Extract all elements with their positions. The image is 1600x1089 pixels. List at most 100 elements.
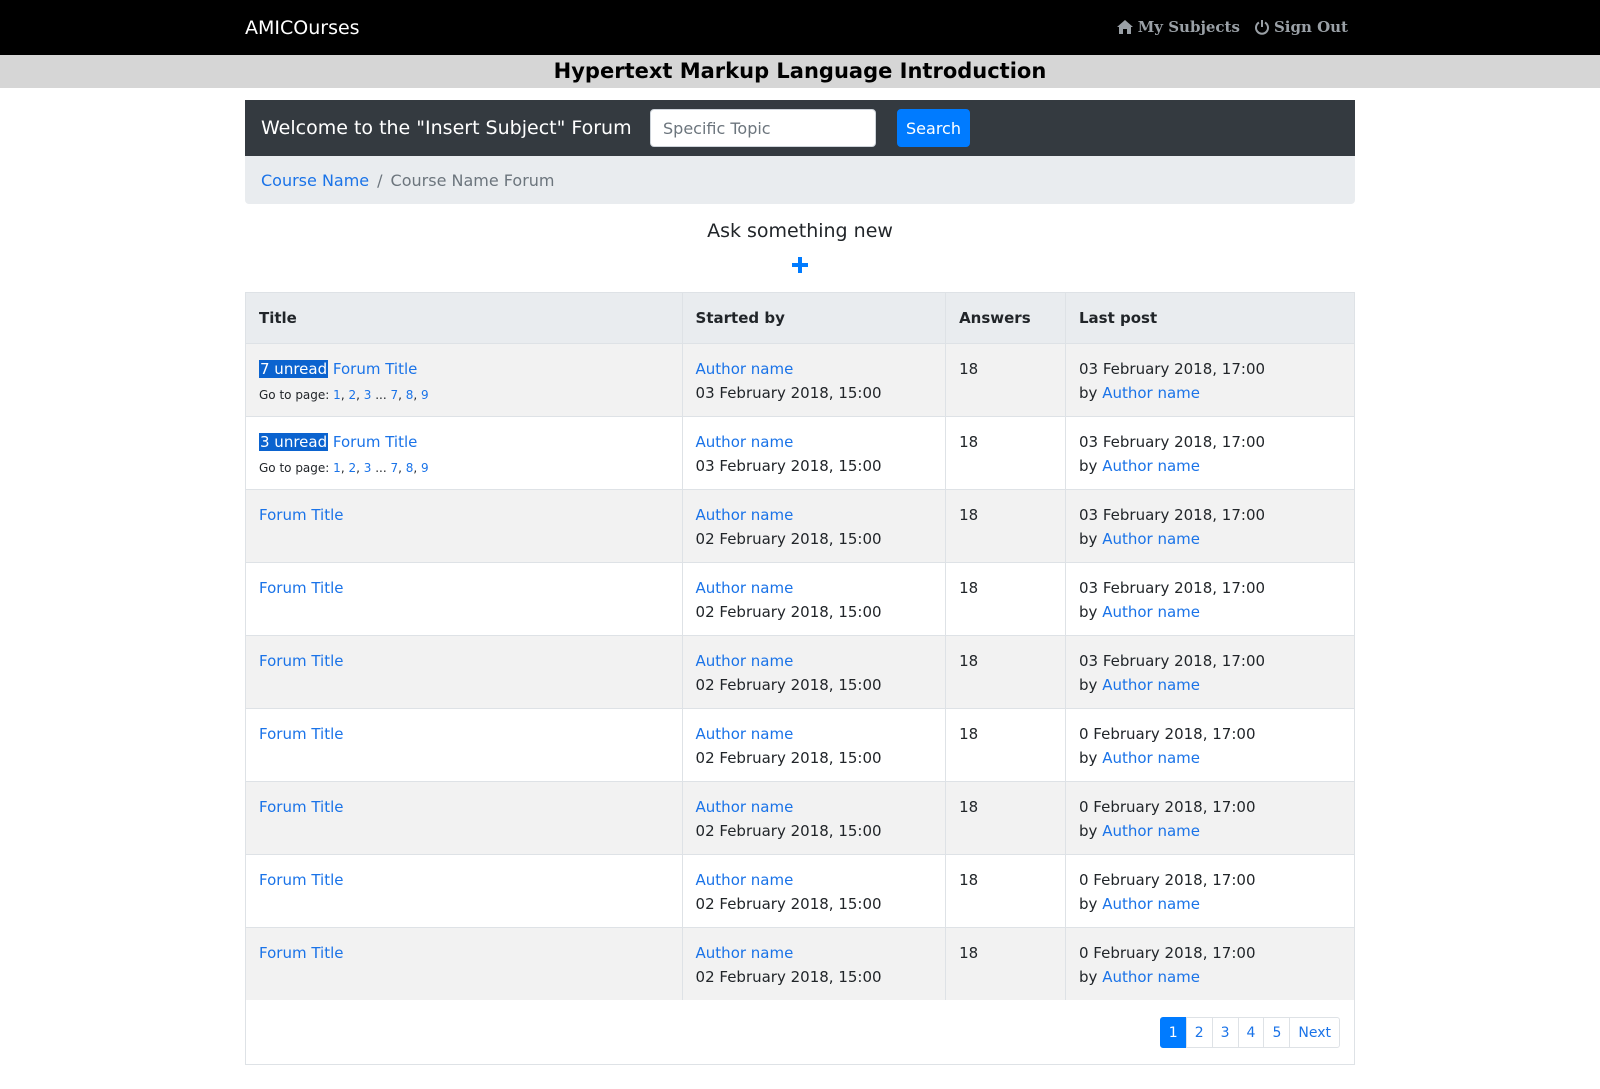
breadcrumb-current: Course Name Forum <box>390 170 555 190</box>
last-post-date: 0 February 2018, 17:00 <box>1079 943 1256 962</box>
go-to-page-ellipsis: ... <box>375 387 387 402</box>
started-by-cell: Author name 02 February 2018, 15:00 <box>682 780 947 854</box>
author-link[interactable]: Author name <box>696 941 933 965</box>
started-by-cell: Author name 02 February 2018, 15:00 <box>682 634 947 708</box>
page-4[interactable]: 4 <box>1237 1017 1265 1048</box>
search-button[interactable]: Search <box>897 109 970 147</box>
forum-welcome-title: Welcome to the "Insert Subject" Forum <box>261 117 632 139</box>
author-link[interactable]: Author name <box>696 795 933 819</box>
go-to-page-link[interactable]: 3 <box>364 461 372 475</box>
last-post-author-link[interactable]: Author name <box>1102 603 1200 621</box>
header-started-by: Started by <box>682 293 947 344</box>
last-post-cell: 03 February 2018, 17:00 by Author name <box>1065 561 1354 635</box>
by-label: by <box>1079 383 1098 402</box>
started-by-cell: Author name 02 February 2018, 15:00 <box>682 561 947 635</box>
go-to-page-link[interactable]: 8 <box>406 461 414 475</box>
go-to-page-link[interactable]: 8 <box>406 388 414 402</box>
subject-banner: Hypertext Markup Language Introduction <box>0 55 1600 88</box>
page-5[interactable]: 5 <box>1263 1017 1291 1048</box>
started-date: 02 February 2018, 15:00 <box>695 602 882 621</box>
last-post-author-link[interactable]: Author name <box>1102 530 1200 548</box>
page-2[interactable]: 2 <box>1185 1017 1213 1048</box>
go-to-page-link[interactable]: 9 <box>421 388 429 402</box>
go-to-page-link[interactable]: 1 <box>333 388 341 402</box>
sign-out-link[interactable]: Sign Out <box>1254 18 1348 36</box>
last-post-cell: 0 February 2018, 17:00 by Author name <box>1065 853 1354 927</box>
forum-title-link[interactable]: Forum Title <box>259 652 343 670</box>
page-1[interactable]: 1 <box>1159 1017 1187 1048</box>
forum-title-link[interactable]: Forum Title <box>259 944 343 962</box>
last-post-date: 03 February 2018, 17:00 <box>1079 505 1266 524</box>
author-link[interactable]: Author name <box>696 430 933 454</box>
last-post-cell: 0 February 2018, 17:00 by Author name <box>1065 926 1354 1000</box>
breadcrumb-course-link[interactable]: Course Name <box>261 171 369 190</box>
author-link[interactable]: Author name <box>696 649 933 673</box>
author-link[interactable]: Author name <box>696 722 933 746</box>
plus-icon[interactable] <box>791 256 809 274</box>
my-subjects-link[interactable]: My Subjects <box>1116 18 1240 36</box>
go-to-page-link[interactable]: 3 <box>364 388 372 402</box>
go-to-page-link[interactable]: 2 <box>348 388 356 402</box>
table-row: Forum Title Author name 02 February 2018, … <box>246 780 1354 854</box>
by-label: by <box>1079 748 1098 767</box>
last-post-date: 0 February 2018, 17:00 <box>1079 870 1256 889</box>
go-to-page-label: Go to page: <box>259 460 330 475</box>
go-to-page-link[interactable]: 1 <box>333 461 341 475</box>
go-to-page-link[interactable]: 9 <box>421 461 429 475</box>
brand-logo[interactable]: AMICOurses <box>245 17 360 39</box>
go-to-page-link[interactable]: 7 <box>390 388 398 402</box>
last-post-date: 03 February 2018, 17:00 <box>1079 359 1266 378</box>
page-3[interactable]: 3 <box>1211 1017 1239 1048</box>
title-cell: Forum Title <box>246 561 683 635</box>
forum-title-link[interactable]: Forum Title <box>259 506 343 524</box>
last-post-author-link[interactable]: Author name <box>1102 457 1200 475</box>
my-subjects-label: My Subjects <box>1137 18 1240 36</box>
forum-title-link[interactable]: Forum Title <box>259 871 343 889</box>
forum-title-link[interactable]: Forum Title <box>259 725 343 743</box>
last-post-author-link[interactable]: Author name <box>1102 384 1200 402</box>
by-label: by <box>1079 529 1098 548</box>
last-post-date: 03 February 2018, 17:00 <box>1079 432 1266 451</box>
page-next[interactable]: Next <box>1289 1017 1340 1048</box>
started-date: 02 February 2018, 15:00 <box>695 748 882 767</box>
started-by-cell: Author name 03 February 2018, 15:00 <box>682 415 947 489</box>
nav-links: My Subjects Sign Out <box>1116 18 1348 36</box>
breadcrumb-separator: / <box>377 170 383 190</box>
forum-title-link[interactable]: Forum Title <box>333 360 417 378</box>
table-row: Forum Title Author name 02 February 2018, … <box>246 853 1354 927</box>
answers-cell: 18 <box>945 853 1066 927</box>
ask-something-new-label: Ask something new <box>707 220 893 242</box>
go-to-page-link[interactable]: 7 <box>390 461 398 475</box>
home-icon <box>1116 19 1134 35</box>
author-link[interactable]: Author name <box>696 576 933 600</box>
author-link[interactable]: Author name <box>696 868 933 892</box>
started-date: 02 February 2018, 15:00 <box>695 894 882 913</box>
answers-count: 18 <box>959 505 979 524</box>
last-post-date: 0 February 2018, 17:00 <box>1079 797 1256 816</box>
title-cell: Forum Title <box>246 926 683 1000</box>
last-post-date: 03 February 2018, 17:00 <box>1079 578 1266 597</box>
by-label: by <box>1079 894 1098 913</box>
forum-title-link[interactable]: Forum Title <box>259 798 343 816</box>
answers-count: 18 <box>959 359 979 378</box>
last-post-author-link[interactable]: Author name <box>1102 822 1200 840</box>
title-cell: 7 unread Forum Title Go to page: 1, 2, 3 … <box>246 342 683 416</box>
answers-cell: 18 <box>945 707 1066 781</box>
table-row: 3 unread Forum Title Go to page: 1, 2, 3 … <box>246 415 1354 489</box>
forum-title-link[interactable]: Forum Title <box>333 433 417 451</box>
forum-title-link[interactable]: Forum Title <box>259 579 343 597</box>
last-post-author-link[interactable]: Author name <box>1102 676 1200 694</box>
last-post-author-link[interactable]: Author name <box>1102 749 1200 767</box>
last-post-author-link[interactable]: Author name <box>1102 968 1200 986</box>
sign-out-label: Sign Out <box>1273 18 1348 36</box>
top-navbar: AMICOurses My Subjects Sign Out <box>0 0 1600 55</box>
author-link[interactable]: Author name <box>696 503 933 527</box>
last-post-author-link[interactable]: Author name <box>1102 895 1200 913</box>
answers-cell: 18 <box>945 415 1066 489</box>
answers-count: 18 <box>959 870 979 889</box>
author-link[interactable]: Author name <box>696 357 933 381</box>
go-to-page: Go to page: 1, 2, 3 ... 7, 8, 9 <box>259 387 429 402</box>
search-input[interactable] <box>650 109 876 147</box>
by-label: by <box>1079 675 1098 694</box>
go-to-page-link[interactable]: 2 <box>348 461 356 475</box>
